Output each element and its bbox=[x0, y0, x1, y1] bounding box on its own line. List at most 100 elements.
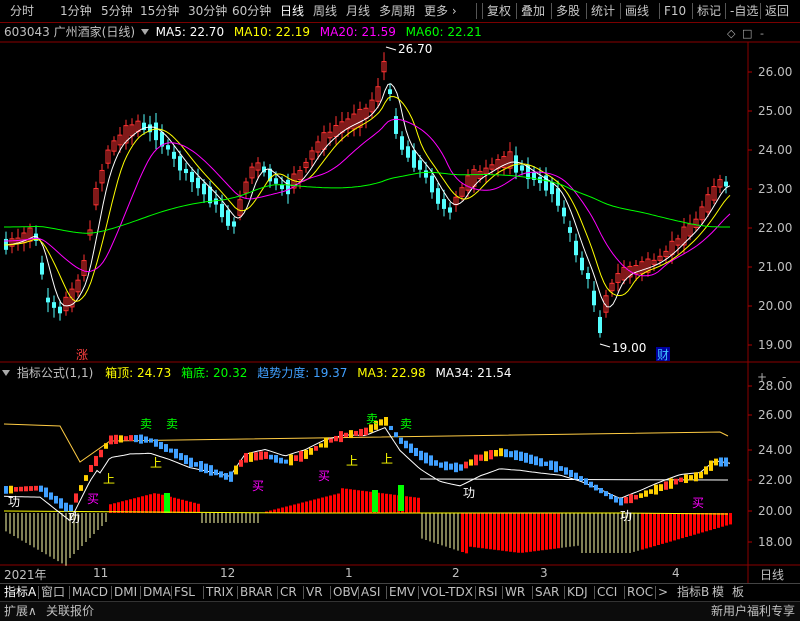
price-candle-down bbox=[568, 227, 572, 233]
ind-candle bbox=[639, 493, 643, 498]
ma3-label: MA3: 22.98 bbox=[357, 366, 426, 380]
ind-histogram-bar bbox=[469, 513, 472, 547]
price-candle-down bbox=[196, 177, 200, 189]
indicator-name[interactable]: 指标公式(1,1) bbox=[17, 366, 93, 380]
ind-candle bbox=[364, 427, 368, 436]
ind-candle bbox=[74, 493, 78, 503]
ind-candle bbox=[264, 451, 268, 459]
indicator-tab-12[interactable]: EMV bbox=[389, 584, 415, 601]
zoom-out-icon[interactable]: - bbox=[782, 370, 786, 384]
indicator-tab-8[interactable]: CR bbox=[280, 584, 297, 601]
period-tab-5min[interactable]: 5分钟 bbox=[101, 0, 133, 22]
price-candle-down bbox=[58, 306, 62, 314]
indicator-tab-18[interactable]: CCI bbox=[597, 584, 617, 601]
add-watchlist-button[interactable]: -自选 bbox=[730, 0, 758, 22]
stats-button[interactable]: 统计 bbox=[591, 0, 615, 22]
indicator-tab-23[interactable]: 板 bbox=[732, 584, 744, 601]
period-tab-30min[interactable]: 30分钟 bbox=[188, 0, 227, 22]
indicator-tab-17[interactable]: KDJ bbox=[567, 584, 588, 601]
indicator-tab-2[interactable]: MACD bbox=[72, 584, 108, 601]
collapse-triangle-icon[interactable] bbox=[2, 370, 10, 376]
indicator-tab-14[interactable]: RSI bbox=[478, 584, 498, 601]
indicator-tab-13[interactable]: VOL-TDX bbox=[421, 584, 473, 601]
indicator-tab-1[interactable]: 窗口 bbox=[41, 584, 65, 601]
ind-histogram-bar bbox=[681, 513, 684, 539]
square-icon[interactable]: □ bbox=[742, 27, 752, 40]
price-candle-down bbox=[214, 198, 218, 205]
ind-candle bbox=[139, 434, 143, 444]
diamond-icon[interactable]: ◇ bbox=[727, 27, 736, 40]
indicator-tab-21[interactable]: 指标B bbox=[677, 584, 709, 601]
ind-candle bbox=[599, 488, 603, 494]
ind-candle bbox=[514, 450, 518, 461]
ind-histogram-bar bbox=[481, 513, 484, 549]
status-bar: 扩展∧ 关联报价 新用户福利专享 bbox=[0, 601, 800, 621]
ind-histogram-bar bbox=[461, 513, 464, 552]
expand-button[interactable]: 扩展∧ bbox=[4, 602, 37, 621]
ind-candle bbox=[84, 475, 88, 481]
minimize-icon[interactable]: - bbox=[760, 27, 764, 40]
ind-histogram-bar bbox=[673, 513, 676, 541]
ind-histogram-bar bbox=[541, 513, 544, 551]
ind-candle bbox=[214, 469, 218, 476]
event-marker-zhang[interactable]: 涨 bbox=[76, 347, 88, 362]
ind-candle bbox=[314, 446, 318, 451]
ind-candle bbox=[249, 452, 253, 462]
price-candle-down bbox=[580, 257, 584, 271]
multi-stock-button[interactable]: 多股 bbox=[556, 0, 580, 22]
mark-button[interactable]: 标记 bbox=[697, 0, 721, 22]
indicator-tab-15[interactable]: WR bbox=[505, 584, 525, 601]
indicator-tab-19[interactable]: ROC bbox=[627, 584, 653, 601]
fuquan-button[interactable]: 复权 bbox=[487, 0, 511, 22]
ind-candle bbox=[154, 439, 158, 447]
ind-histogram-bar bbox=[525, 513, 528, 553]
indicator-tab-4[interactable]: DMA bbox=[143, 584, 171, 601]
indicator-tab-3[interactable]: DMI bbox=[114, 584, 137, 601]
overlay-button[interactable]: 叠加 bbox=[521, 0, 545, 22]
ind-candle bbox=[614, 496, 618, 503]
back-button[interactable]: 返回 bbox=[765, 0, 789, 22]
period-tab-1min[interactable]: 1分钟 bbox=[60, 0, 92, 22]
indicator-tab-5[interactable]: FSL bbox=[174, 584, 195, 601]
period-tab-weekly[interactable]: 周线 bbox=[313, 0, 337, 22]
zoom-in-icon[interactable]: + bbox=[757, 370, 767, 384]
collapse-triangle-icon[interactable] bbox=[140, 29, 149, 35]
period-tab-multi[interactable]: 多周期 bbox=[379, 0, 415, 22]
indicator-tab-9[interactable]: VR bbox=[306, 584, 323, 601]
ind-candle bbox=[629, 494, 633, 504]
promo-link[interactable]: 新用户福利专享 bbox=[711, 602, 795, 621]
stock-code: 603043 bbox=[4, 25, 50, 39]
period-tab-monthly[interactable]: 月线 bbox=[346, 0, 370, 22]
tab-label: 1分钟 bbox=[60, 4, 92, 18]
chart-canvas[interactable]: 26.00 25.00 24.00 23.00 22.00 21.00 20.0… bbox=[0, 0, 800, 620]
ind-histogram-bar bbox=[329, 495, 332, 513]
ind-candle bbox=[464, 461, 468, 469]
indicator-tab-22[interactable]: 模 bbox=[712, 584, 724, 601]
event-marker-cai[interactable]: 财 bbox=[657, 348, 669, 362]
ind-candle bbox=[394, 432, 398, 438]
price-candles bbox=[4, 52, 728, 338]
tab-label: 日线 bbox=[280, 4, 305, 18]
indicator-tab-7[interactable]: BRAR bbox=[240, 584, 273, 601]
indicator-tab-20[interactable]: > bbox=[658, 584, 668, 601]
period-tab-60min[interactable]: 60分钟 bbox=[232, 0, 271, 22]
ind-histogram-bar bbox=[713, 513, 716, 529]
indicator-tab-11[interactable]: ASI bbox=[361, 584, 380, 601]
draw-line-button[interactable]: 画线 bbox=[625, 0, 649, 22]
ind-candle bbox=[654, 484, 658, 495]
period-tab-more[interactable]: 更多 › bbox=[424, 0, 457, 22]
ind-candle bbox=[189, 457, 193, 468]
period-tab-fenshi[interactable]: 分时 bbox=[10, 0, 34, 22]
indicator-tab-10[interactable]: OBV bbox=[333, 584, 359, 601]
ind-histogram-bar bbox=[641, 513, 644, 550]
ind-tick: 24.00 bbox=[758, 443, 792, 457]
ind-candle bbox=[379, 419, 383, 426]
indicator-tab-16[interactable]: SAR bbox=[535, 584, 559, 601]
indicator-tab-0[interactable]: 指标A bbox=[4, 584, 36, 601]
f10-button[interactable]: F10 bbox=[664, 0, 686, 22]
period-tab-daily[interactable]: 日线 bbox=[280, 0, 304, 22]
indicator-tab-6[interactable]: TRIX bbox=[206, 584, 233, 601]
ind-candle bbox=[479, 454, 483, 461]
period-tab-15min[interactable]: 15分钟 bbox=[140, 0, 179, 22]
linked-quote-button[interactable]: 关联报价 bbox=[46, 602, 94, 621]
